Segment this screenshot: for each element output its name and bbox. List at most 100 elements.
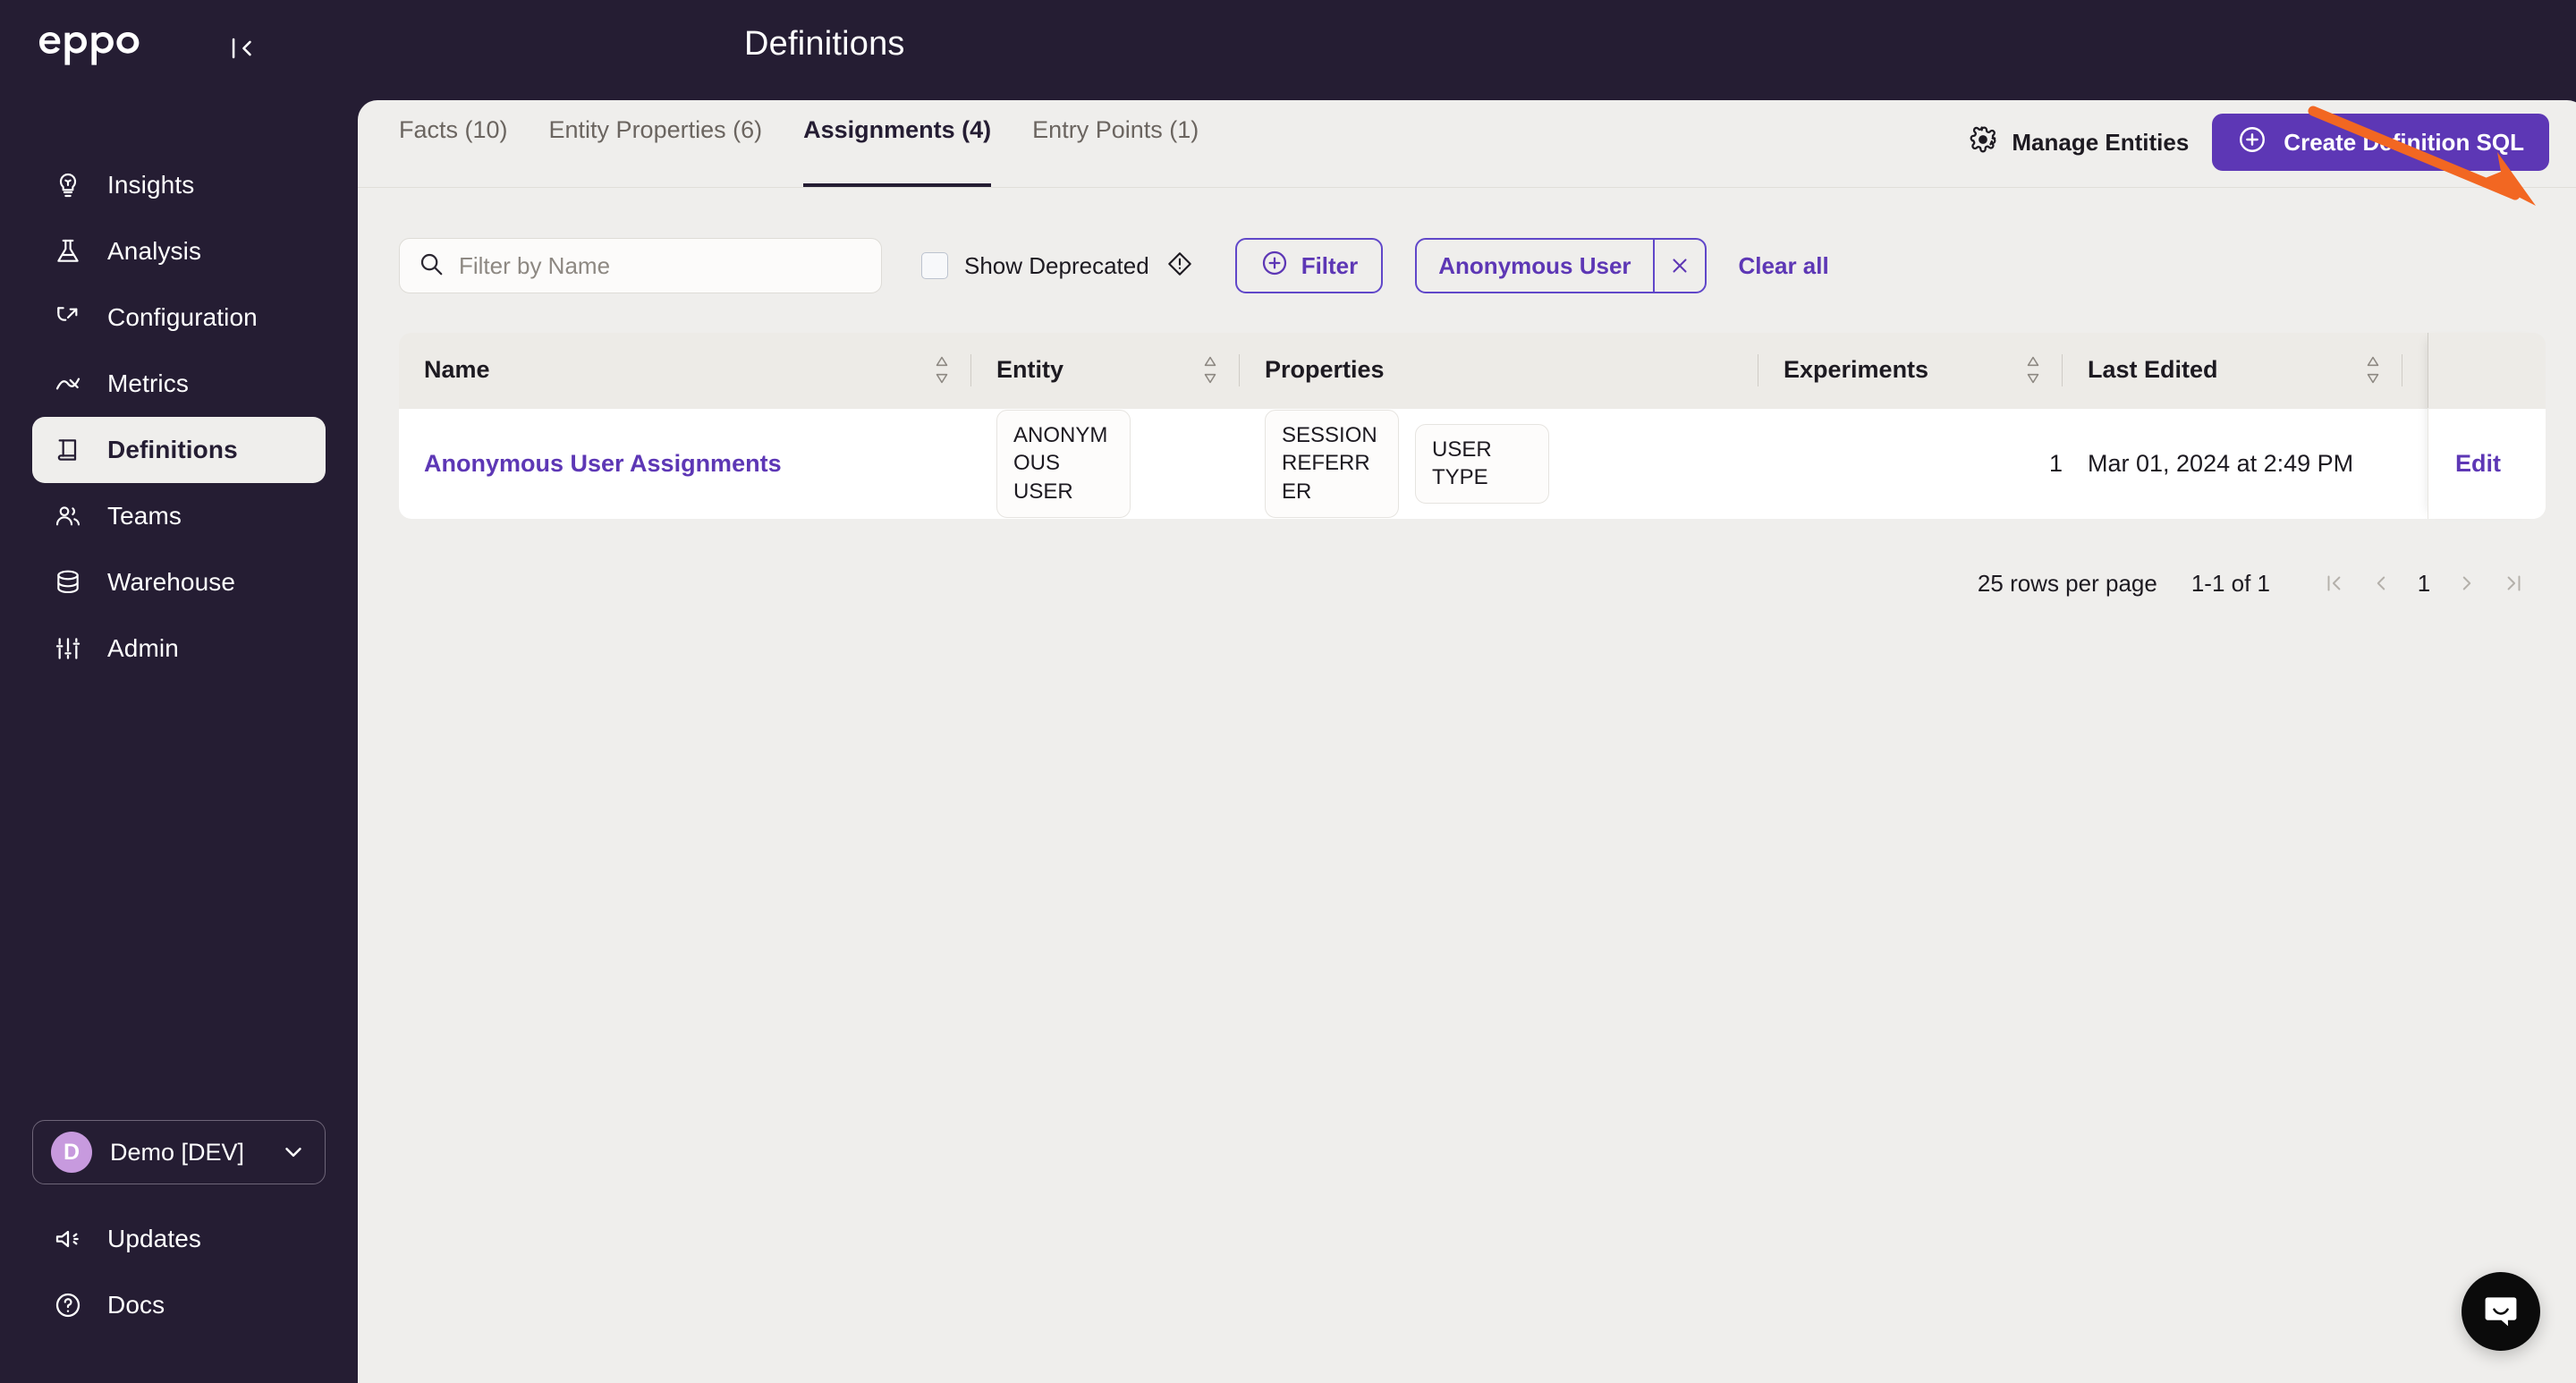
sort-icon[interactable] <box>2023 356 2043 384</box>
sidebar-item-label: Definitions <box>107 436 238 463</box>
sidebar-item-label: Metrics <box>107 369 189 397</box>
table-row[interactable]: Anonymous User Assignments ANONYMOUS USE… <box>399 407 2546 519</box>
sidebar-item-analysis[interactable]: Analysis <box>32 218 326 284</box>
sidebar-item-updates[interactable]: Updates <box>32 1206 326 1272</box>
sticky-actions-column: Edit <box>2428 333 2546 519</box>
table-clip: Name Entity Properties Experiments Last … <box>399 333 2546 519</box>
app-root: Insights Analysis Configuration Metrics <box>0 0 2576 1383</box>
filter-button-label: Filter <box>1301 251 1359 279</box>
search-icon <box>418 250 445 282</box>
sidebar-header <box>0 0 358 97</box>
cell-last-edited: Mar 01, 2024 at 2:49 PM <box>2063 407 2402 519</box>
branch-icon <box>52 301 84 334</box>
property-tag: SESSION REFERRER <box>1265 409 1399 518</box>
warning-diamond-icon <box>1165 250 1194 283</box>
sort-icon[interactable] <box>1200 356 1220 384</box>
plus-circle-icon <box>1260 249 1289 284</box>
active-filter-chip[interactable]: Anonymous User <box>1415 238 1707 293</box>
tab-list: Facts (10) Entity Properties (6) Assignm… <box>399 100 1199 187</box>
column-header-label: Experiments <box>1784 356 1929 384</box>
sidebar-item-label: Teams <box>107 502 182 530</box>
sidebar-item-teams[interactable]: Teams <box>32 483 326 549</box>
sidebar-item-warehouse[interactable]: Warehouse <box>32 549 326 615</box>
sidebar-item-configuration[interactable]: Configuration <box>32 284 326 351</box>
sidebar-item-metrics[interactable]: Metrics <box>32 351 326 417</box>
pagination-range: 1-1 of 1 <box>2190 569 2270 597</box>
main-area: Definitions Facts (10) Entity Properties… <box>358 0 2576 1383</box>
megaphone-icon <box>52 1223 84 1255</box>
intercom-chat-launcher[interactable] <box>2462 1272 2540 1351</box>
eppo-logo[interactable] <box>39 30 165 67</box>
sort-icon[interactable] <box>2363 356 2383 384</box>
last-page-icon[interactable] <box>2490 560 2537 607</box>
show-deprecated-checkbox[interactable] <box>921 252 948 279</box>
sidebar-nav: Insights Analysis Configuration Metrics <box>0 152 358 682</box>
sidebar-item-label: Updates <box>107 1225 201 1252</box>
cell-name: Anonymous User Assignments <box>399 407 971 519</box>
clear-all-button[interactable]: Clear all <box>1739 252 1829 280</box>
cell-experiments: 1 <box>1758 407 2063 519</box>
active-filter-chip-label: Anonymous User <box>1438 251 1631 279</box>
current-page-number: 1 <box>2417 569 2431 597</box>
column-header-label: Last Edited <box>2088 356 2218 384</box>
table-body: Anonymous User Assignments ANONYMOUS USE… <box>399 407 2546 519</box>
manage-entities-button[interactable]: Manage Entities <box>1969 125 2189 160</box>
create-definition-sql-label: Create Definition SQL <box>2284 128 2524 156</box>
column-header-experiments[interactable]: Experiments <box>1758 333 2063 408</box>
rows-per-page-label[interactable]: 25 rows per page <box>1978 570 2157 598</box>
search-input[interactable] <box>459 251 863 280</box>
sidebar-item-label: Docs <box>107 1291 165 1319</box>
book-icon <box>52 434 84 466</box>
tab-facts[interactable]: Facts (10) <box>399 100 508 187</box>
column-header-entity[interactable]: Entity <box>971 333 1240 408</box>
panel-body: Show Deprecated Filter Anonymous User <box>358 188 2576 607</box>
column-header-properties[interactable]: Properties <box>1240 333 1758 408</box>
tab-bar: Facts (10) Entity Properties (6) Assignm… <box>358 100 2576 188</box>
plus-circle-icon <box>2237 124 2267 161</box>
sidebar-item-insights[interactable]: Insights <box>32 152 326 218</box>
sidebar-item-admin[interactable]: Admin <box>32 615 326 682</box>
sidebar-item-docs[interactable]: Docs <box>32 1272 326 1338</box>
sidebar-bottom-nav: Updates Docs <box>0 1206 358 1383</box>
cell-properties: SESSION REFERRER USER TYPE <box>1240 407 1758 519</box>
cell-entity: ANONYMOUS USER <box>971 407 1240 519</box>
column-header-name[interactable]: Name <box>399 333 971 408</box>
column-header-label: Entity <box>996 356 1064 384</box>
table-header: Name Entity Properties Experiments Last … <box>399 333 2546 408</box>
edit-link[interactable]: Edit <box>2455 450 2501 478</box>
collapse-sidebar-icon[interactable] <box>227 33 258 64</box>
tab-entry-points[interactable]: Entry Points (1) <box>1032 100 1199 187</box>
tab-assignments[interactable]: Assignments (4) <box>803 100 992 187</box>
filter-button[interactable]: Filter <box>1234 238 1384 293</box>
definition-name-link[interactable]: Anonymous User Assignments <box>424 450 782 477</box>
question-circle-icon <box>52 1289 84 1321</box>
gear-icon <box>1969 125 1997 160</box>
search-box[interactable] <box>399 238 882 293</box>
sidebar-item-label: Analysis <box>107 237 202 265</box>
sidebar-item-definitions[interactable]: Definitions <box>32 417 326 483</box>
manage-entities-label: Manage Entities <box>2012 128 2190 156</box>
pagination: 25 rows per page 1-1 of 1 1 <box>399 560 2546 607</box>
definitions-table: Name Entity Properties Experiments Last … <box>399 333 2546 519</box>
next-page-icon[interactable] <box>2444 560 2490 607</box>
filter-bar: Show Deprecated Filter Anonymous User <box>399 238 2546 293</box>
create-definition-sql-button[interactable]: Create Definition SQL <box>2212 114 2549 171</box>
sort-icon[interactable] <box>932 356 952 384</box>
avatar: D <box>51 1132 92 1173</box>
sticky-actions-header <box>2428 333 2546 408</box>
content-panel: Facts (10) Entity Properties (6) Assignm… <box>358 100 2576 1383</box>
column-header-last-edited[interactable]: Last Edited <box>2063 333 2402 408</box>
show-deprecated-toggle[interactable]: Show Deprecated <box>921 250 1194 283</box>
workspace-name: Demo [DEV] <box>110 1138 245 1166</box>
chart-line-icon <box>52 368 84 400</box>
sidebar-item-label: Warehouse <box>107 568 236 596</box>
first-page-icon[interactable] <box>2311 560 2358 607</box>
tab-entity-properties[interactable]: Entity Properties (6) <box>549 100 763 187</box>
close-icon[interactable] <box>1652 240 1705 292</box>
workspace-selector[interactable]: D Demo [DEV] <box>32 1120 326 1184</box>
database-icon <box>52 566 84 598</box>
column-header-label: Properties <box>1265 356 1385 384</box>
show-deprecated-label: Show Deprecated <box>964 251 1149 279</box>
prev-page-icon[interactable] <box>2358 560 2404 607</box>
